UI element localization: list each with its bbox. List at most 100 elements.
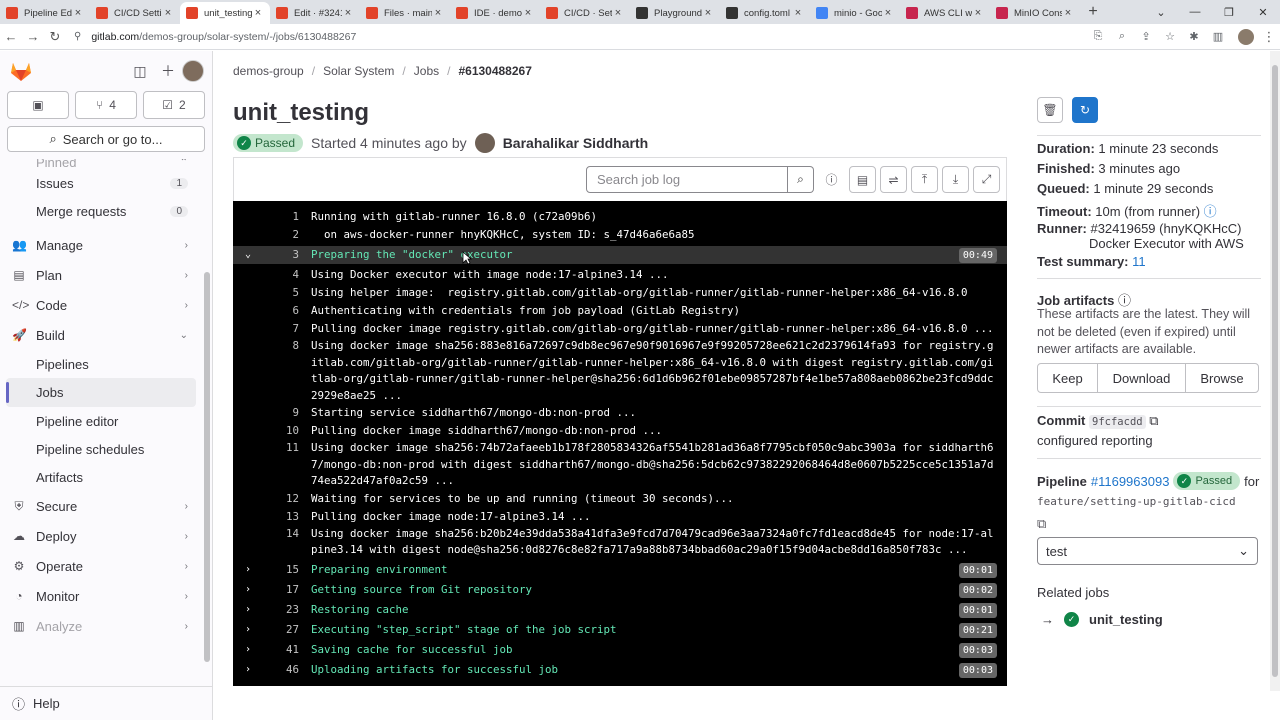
site-info-icon[interactable]: ⚲ bbox=[74, 31, 81, 42]
browser-tab[interactable]: minio - Goo × bbox=[810, 2, 900, 24]
copy-icon[interactable]: ⧉ bbox=[1149, 413, 1158, 428]
erase-log-button[interactable]: 🗑 bbox=[1037, 97, 1063, 123]
tab-search-icon[interactable]: ⌄ bbox=[1144, 6, 1178, 19]
install-icon[interactable]: ⎘ bbox=[1088, 30, 1108, 43]
related-job-link[interactable]: unit_testing bbox=[1089, 612, 1163, 627]
pipeline-status-badge[interactable]: ✓ Passed bbox=[1173, 472, 1241, 490]
sidebar-item-pipeline-schedules[interactable]: Pipeline schedules bbox=[0, 435, 202, 463]
log-line-number[interactable]: 41 bbox=[263, 641, 311, 659]
wrap-lines-icon[interactable]: ⇌ bbox=[880, 166, 907, 193]
user-avatar[interactable] bbox=[182, 60, 204, 82]
log-line-number[interactable]: 13 bbox=[263, 508, 311, 526]
page-scrollbar[interactable] bbox=[1270, 51, 1280, 691]
sidebar-item-pipelines[interactable]: Pipelines bbox=[0, 350, 202, 378]
share-icon[interactable]: ⇪ bbox=[1136, 30, 1156, 43]
browser-tab[interactable]: Edit · #3241 × bbox=[270, 2, 360, 24]
log-line-number[interactable]: 1 bbox=[263, 208, 311, 226]
chevron-right-icon[interactable]: › bbox=[233, 621, 263, 639]
browser-tab[interactable]: IDE · demos × bbox=[450, 2, 540, 24]
log-section-header[interactable]: › 23 Restoring cache 00:01 bbox=[233, 601, 1007, 619]
log-line-number[interactable]: 6 bbox=[263, 302, 311, 320]
sidebar-item-code[interactable]: </> Code › bbox=[0, 290, 202, 320]
create-new-icon[interactable]: ＋ bbox=[154, 61, 182, 81]
breadcrumb-job-id[interactable]: #6130488267 bbox=[458, 64, 531, 78]
browser-tab[interactable]: Files · main ·× bbox=[360, 2, 450, 24]
sidebar-item-merge-requests[interactable]: Merge requests 0 bbox=[0, 197, 202, 225]
status-badge[interactable]: ✓ Passed bbox=[233, 134, 304, 152]
pipeline-branch[interactable]: feature/setting-up-gitlab-cicd bbox=[1037, 495, 1236, 508]
page-scrollbar-thumb[interactable] bbox=[1272, 65, 1278, 677]
sidebar-scrollbar-thumb[interactable] bbox=[204, 272, 210, 662]
log-line-number[interactable]: 8 bbox=[263, 338, 311, 404]
forward-icon[interactable]: → bbox=[22, 29, 44, 44]
breadcrumb-project[interactable]: Solar System bbox=[323, 64, 394, 78]
log-line-number[interactable]: 12 bbox=[263, 490, 311, 508]
browser-tab[interactable]: config.toml × bbox=[720, 2, 810, 24]
browser-tab[interactable]: AWS CLI with× bbox=[900, 2, 990, 24]
profile-avatar[interactable] bbox=[1238, 28, 1254, 45]
tab-close-icon[interactable]: × bbox=[882, 7, 894, 19]
log-line-number[interactable]: 23 bbox=[263, 601, 311, 619]
test-summary-link[interactable]: 11 bbox=[1132, 254, 1146, 269]
gitlab-logo-icon[interactable] bbox=[8, 58, 34, 84]
extensions-icon[interactable]: ✱ bbox=[1184, 30, 1204, 43]
keep-button[interactable]: Keep bbox=[1038, 364, 1098, 392]
sidebar-item-secure[interactable]: ⛨ Secure › bbox=[0, 491, 202, 521]
chevron-right-icon[interactable]: › bbox=[233, 601, 263, 619]
log-line-number[interactable]: 14 bbox=[263, 526, 311, 559]
user-name-link[interactable]: Barahalikar Siddharth bbox=[503, 135, 649, 151]
restore-icon[interactable]: ❐ bbox=[1212, 6, 1246, 19]
browser-tab[interactable]: MinIO Cons × bbox=[990, 2, 1080, 24]
log-section-header[interactable]: › 27 Executing "step_script" stage of the … bbox=[233, 621, 1007, 639]
zoom-icon[interactable]: ⌕ bbox=[1112, 30, 1132, 43]
search-go-to-button[interactable]: ⌕ Search or go to... bbox=[7, 126, 205, 152]
log-line-number[interactable]: 15 bbox=[263, 561, 311, 579]
scroll-to-top-icon[interactable]: ⤒ bbox=[911, 166, 938, 193]
sidebar-item-pipeline-editor[interactable]: Pipeline editor bbox=[0, 407, 202, 435]
retry-job-button[interactable]: ↻ bbox=[1072, 97, 1098, 123]
tab-close-icon[interactable]: × bbox=[72, 7, 84, 19]
help-button[interactable]: ⓘ Help bbox=[0, 686, 212, 720]
sidebar-item-analyze[interactable]: ▥ Analyze › bbox=[0, 611, 202, 641]
sidebar-item-jobs[interactable]: Jobs bbox=[6, 378, 196, 407]
menu-icon[interactable]: ⋮ bbox=[1258, 29, 1280, 45]
sidebar-item-monitor[interactable]: ◔ Monitor › bbox=[0, 581, 202, 611]
related-job-item[interactable]: → ✓ unit_testing bbox=[1041, 612, 1163, 627]
log-line-number[interactable]: 4 bbox=[263, 266, 311, 284]
tab-close-icon[interactable]: × bbox=[432, 7, 444, 19]
commit-hash-link[interactable]: 9fcfacdd bbox=[1089, 415, 1146, 429]
log-line-number[interactable]: 7 bbox=[263, 320, 311, 338]
tab-close-icon[interactable]: × bbox=[252, 7, 264, 19]
sidebar-item-plan[interactable]: ▤ Plan › bbox=[0, 260, 202, 290]
sidebar-item-artifacts[interactable]: Artifacts bbox=[0, 463, 202, 491]
download-button[interactable]: Download bbox=[1098, 364, 1186, 392]
browser-tab[interactable]: Playground × bbox=[630, 2, 720, 24]
log-line-number[interactable]: 11 bbox=[263, 440, 311, 490]
issues-counter-button[interactable]: ▣ bbox=[7, 91, 69, 119]
sidebar-item-operate[interactable]: ⚙ Operate › bbox=[0, 551, 202, 581]
sidebar-item-pinned[interactable]: Pinned ⌃ bbox=[0, 159, 202, 170]
todos-counter-button[interactable]: ☑ 2 bbox=[143, 91, 205, 119]
chevron-right-icon[interactable]: › bbox=[233, 641, 263, 659]
log-line-number[interactable]: 2 bbox=[263, 226, 311, 244]
chevron-right-icon[interactable]: › bbox=[233, 661, 263, 679]
help-icon[interactable]: ⓘ bbox=[818, 166, 845, 193]
pipeline-link[interactable]: #1169963093 bbox=[1091, 474, 1170, 489]
browser-tab[interactable]: CI/CD · Setti × bbox=[540, 2, 630, 24]
tab-close-icon[interactable]: × bbox=[972, 7, 984, 19]
browse-button[interactable]: Browse bbox=[1186, 364, 1258, 392]
fullscreen-icon[interactable]: ⤢ bbox=[973, 166, 1000, 193]
breadcrumb-group[interactable]: demos-group bbox=[233, 64, 304, 78]
sidebar-item-manage[interactable]: 👥 Manage › bbox=[0, 230, 202, 260]
chevron-right-icon[interactable]: › bbox=[233, 561, 263, 579]
log-line-number[interactable]: 27 bbox=[263, 621, 311, 639]
merge-requests-counter-button[interactable]: ⑂ 4 bbox=[75, 91, 137, 119]
collapse-sidebar-icon[interactable]: ◫ bbox=[126, 63, 154, 80]
log-line-number[interactable]: 17 bbox=[263, 581, 311, 599]
help-icon[interactable]: ⓘ bbox=[1204, 204, 1217, 219]
chevron-down-icon[interactable]: ⌄ bbox=[233, 246, 263, 264]
close-window-icon[interactable]: ✕ bbox=[1246, 6, 1280, 19]
tab-close-icon[interactable]: × bbox=[342, 7, 354, 19]
sidebar-item-issues[interactable]: Issues 1 bbox=[0, 169, 202, 197]
tab-close-icon[interactable]: × bbox=[792, 7, 804, 19]
